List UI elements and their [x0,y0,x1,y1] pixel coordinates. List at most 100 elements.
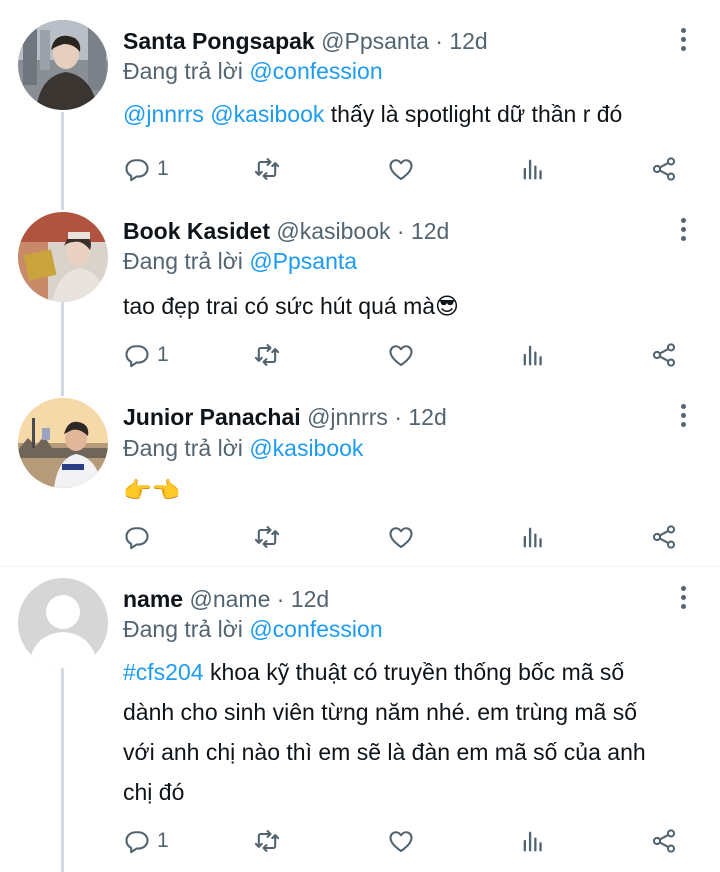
like-button[interactable] [387,152,415,186]
avatar[interactable] [18,398,108,488]
views-button[interactable] [519,824,547,858]
user-handle[interactable]: @Ppsanta [321,28,429,54]
tweet-text: #cfs204 khoa kỹ thuật có truyền thống bố… [123,652,693,812]
tweet-text-line: #cfs204 khoa kỹ thuật có truyền thống bố… [123,652,693,692]
action-bar: 1 [123,338,683,372]
views-button[interactable] [519,338,547,372]
tweet-header: Book Kasidet @kasibook · 12d [123,216,449,246]
heart-icon [389,159,413,180]
tweet-text: @jnnrrs @kasibook thấy là spotlight dữ t… [123,94,693,134]
replying-to-label: Đang trả lời [123,616,243,642]
user-handle[interactable]: @name [189,586,270,612]
replying-to-mention[interactable]: @confession [249,616,382,642]
thread-line [61,112,64,210]
heart-icon [389,831,413,852]
share-icon [652,829,676,853]
views-button[interactable] [519,152,547,186]
share-icon [652,525,676,549]
more-vertical-icon[interactable] [672,24,694,54]
retweet-icon [254,344,280,366]
display-name[interactable]: Santa Pongsapak [123,28,315,54]
hashtag-link[interactable]: #cfs204 [123,659,204,685]
avatar[interactable] [18,212,108,302]
tweet-text-line: dành cho sinh viên từng năm nhé. em trùn… [123,699,638,725]
timestamp[interactable]: 12d [411,218,449,244]
tweet-text-line: với anh chị nào thì em sẽ là đàn em mã s… [123,739,646,765]
comment-icon [125,159,149,182]
bar-chart-icon [523,831,542,852]
share-button[interactable] [650,824,678,858]
bar-chart-icon [523,345,542,366]
like-button[interactable] [387,520,415,554]
action-bar: 1 [123,152,683,186]
views-button[interactable] [519,520,547,554]
retweet-button[interactable] [253,520,281,554]
thread-divider [0,566,720,567]
tweet-header: Santa Pongsapak @Ppsanta · 12d [123,26,488,56]
replying-to: Đang trả lời @confession [123,56,383,86]
retweet-button[interactable] [253,824,281,858]
reply-button[interactable]: 1 [123,824,169,858]
reply-button[interactable]: 1 [123,338,169,372]
bar-chart-icon [523,159,542,180]
replying-to-label: Đang trả lời [123,435,243,461]
separator: · [394,404,402,430]
timestamp[interactable]: 12d [449,28,487,54]
tweet-text: tao đẹp trai có sức hút quá mà😎 [123,293,459,319]
thread-line [61,668,64,872]
tweet-header: Junior Panachai @jnnrrs · 12d [123,402,447,432]
reply-count: 1 [157,157,169,180]
like-button[interactable] [387,824,415,858]
more-vertical-icon[interactable] [672,582,694,612]
replying-to-mention[interactable]: @Ppsanta [249,248,357,274]
user-handle[interactable]: @kasibook [276,218,390,244]
replying-to: Đang trả lời @Ppsanta [123,246,357,276]
retweet-icon [254,830,280,852]
heart-icon [389,527,413,548]
retweet-button[interactable] [253,152,281,186]
heart-icon [389,345,413,366]
tweet-header: name @name · 12d [123,584,329,614]
more-vertical-icon[interactable] [672,400,694,430]
bar-chart-icon [523,527,542,548]
share-button[interactable] [650,152,678,186]
replying-to-label: Đang trả lời [123,248,243,274]
like-button[interactable] [387,338,415,372]
avatar[interactable] [18,20,108,110]
reply-count: 1 [157,829,169,852]
replying-to-mention[interactable]: @confession [249,58,382,84]
display-name[interactable]: Book Kasidet [123,218,270,244]
reply-count: 1 [157,343,169,366]
tweet-text: 👉👈 [123,477,181,503]
mention-link[interactable]: @kasibook [210,101,324,127]
display-name[interactable]: name [123,586,183,612]
share-button[interactable] [650,338,678,372]
comment-icon [125,345,149,368]
separator: · [396,218,405,244]
action-bar: 1 [123,824,683,858]
retweet-button[interactable] [253,338,281,372]
user-handle[interactable]: @jnnrrs [307,404,388,430]
more-vertical-icon[interactable] [672,214,694,244]
replying-to: Đang trả lời @kasibook [123,433,363,463]
separator: · [435,28,443,54]
comment-icon [125,527,149,550]
replying-to-label: Đang trả lời [123,58,243,84]
mention-link[interactable]: @jnnrrs [123,101,204,127]
avatar[interactable] [18,578,108,668]
action-bar [123,520,683,554]
replying-to-mention[interactable]: @kasibook [249,435,363,461]
tweet-text-content: thấy là spotlight dữ thần r đó [330,101,623,127]
comment-icon [125,831,149,854]
share-icon [652,157,676,181]
tweet-text-content: khoa kỹ thuật có truyền thống bốc mã số [209,659,625,685]
reply-button[interactable]: 1 [123,152,169,186]
replying-to: Đang trả lời @confession [123,614,383,644]
retweet-icon [254,526,280,548]
share-button[interactable] [650,520,678,554]
timestamp[interactable]: 12d [291,586,329,612]
timestamp[interactable]: 12d [408,404,446,430]
reply-button[interactable] [123,520,151,554]
display-name[interactable]: Junior Panachai [123,404,301,430]
share-icon [652,343,676,367]
